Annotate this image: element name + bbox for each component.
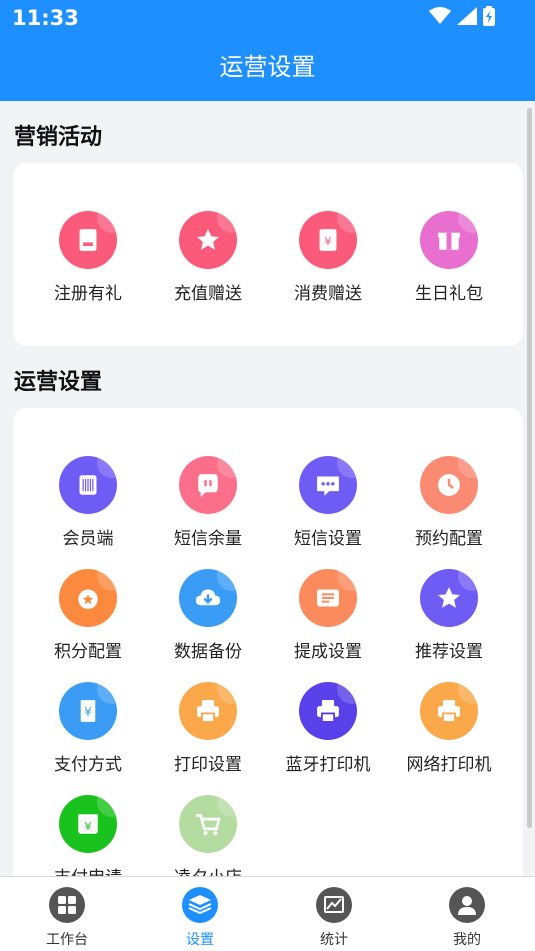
tab-chart[interactable]: 统计: [289, 887, 379, 949]
tab-label: 统计: [320, 932, 348, 948]
grid-item-label: 注册有礼: [54, 284, 122, 304]
network-printer-entry[interactable]: 网络打印机: [389, 682, 509, 775]
tab-layers[interactable]: 设置: [155, 887, 245, 949]
list-card-entry[interactable]: 提成设置: [268, 569, 388, 662]
status-bar: 11:33: [0, 0, 535, 36]
bluetooth-printer-icon: [299, 682, 357, 740]
grid-icon: [49, 887, 85, 923]
svg-text:¥: ¥: [84, 705, 92, 719]
star-badge-entry[interactable]: 充值赠送: [148, 211, 268, 304]
status-icons: [429, 6, 495, 26]
gift-box-icon: [420, 211, 478, 269]
section-title-operations: 运营设置: [14, 370, 103, 395]
bluetooth-printer-entry[interactable]: 蓝牙打印机: [268, 682, 388, 775]
chart-icon: [316, 887, 352, 923]
tab-label: 我的: [453, 932, 481, 948]
clock-entry[interactable]: 预约配置: [389, 456, 509, 549]
coupon-entry[interactable]: ¥ 消费赠送: [268, 211, 388, 304]
yuan-receipt-icon: ¥: [59, 682, 117, 740]
gift-box-entry[interactable]: 生日礼包: [389, 211, 509, 304]
network-printer-icon: [420, 682, 478, 740]
message-dots-entry[interactable]: 短信设置: [268, 456, 388, 549]
battery-icon: [483, 6, 495, 26]
grid-item-label: 预约配置: [415, 529, 483, 549]
gift-card-icon: [59, 211, 117, 269]
svg-text:¥: ¥: [85, 820, 92, 833]
grid-item-label: 充值赠送: [174, 284, 242, 304]
star-badge-icon: [179, 211, 237, 269]
section-title-marketing: 营销活动: [14, 125, 103, 150]
grid-item-label: 支付方式: [54, 755, 122, 775]
yuan-wallet-icon: ¥: [59, 795, 117, 853]
layers-icon: [182, 887, 218, 923]
grid-item-label: 短信余量: [174, 529, 242, 549]
wifi-icon: [429, 7, 451, 24]
grid-item-label: 会员端: [62, 529, 114, 549]
bottom-tab-bar: 工作台 设置 统计 我的: [0, 876, 535, 951]
grid-item-label: 生日礼包: [415, 284, 483, 304]
chat-bubble-icon: [179, 456, 237, 514]
marketing-card: 注册有礼 充值赠送 ¥ 消费赠送 生日礼包: [13, 163, 523, 346]
page-title: 运营设置: [219, 53, 316, 81]
grid-item-label: 网络打印机: [406, 755, 492, 775]
grid-item-label: 推荐设置: [415, 642, 483, 662]
message-dots-icon: [299, 456, 357, 514]
tab-grid[interactable]: 工作台: [22, 887, 112, 949]
tab-label: 设置: [186, 932, 214, 948]
user-icon: [449, 887, 485, 923]
coupon-icon: ¥: [299, 211, 357, 269]
operations-card: 会员端 短信余量 短信设置 预约配置积分配置 数据备份 提成设置 推荐设置 ¥ 支付方式 打印设置…: [13, 408, 523, 876]
cloud-download-entry[interactable]: 数据备份: [148, 569, 268, 662]
printer-entry[interactable]: 打印设置: [148, 682, 268, 775]
content-scroll[interactable]: 营销活动 注册有礼 充值赠送 ¥ 消费赠送 生日礼包 运营设置 会员端 短信余量 短信设置 预…: [0, 101, 535, 876]
clock-icon: [420, 456, 478, 514]
scrollbar[interactable]: [527, 108, 532, 828]
grid-item-label: 蓝牙打印机: [285, 755, 371, 775]
medal-icon: [59, 569, 117, 627]
nav-bar: 运营设置: [0, 36, 535, 101]
barcode-scan-icon: [59, 456, 117, 514]
signal-icon: [457, 7, 477, 25]
grid-item-label: 消费赠送: [294, 284, 362, 304]
grid-item-label: 支付申请: [28, 863, 148, 876]
medal-entry[interactable]: 积分配置: [28, 569, 148, 662]
grid-item-label: 数据备份: [174, 642, 242, 662]
star-icon: [420, 569, 478, 627]
chat-bubble-entry[interactable]: 短信余量: [148, 456, 268, 549]
grid-item-label: 短信设置: [294, 529, 362, 549]
shopping-cart-icon: [179, 795, 237, 853]
grid-item-label: 积分配置: [54, 642, 122, 662]
printer-icon: [179, 682, 237, 740]
star-entry[interactable]: 推荐设置: [389, 569, 509, 662]
yuan-wallet-entry[interactable]: ¥ 支付申请: [28, 795, 148, 876]
grid-item-label: 提成设置: [294, 642, 362, 662]
grid-item-label: 凌夕小店: [148, 863, 268, 876]
status-time: 11:33: [12, 6, 79, 30]
cloud-download-icon: [179, 569, 237, 627]
yuan-receipt-entry[interactable]: ¥ 支付方式: [28, 682, 148, 775]
tab-label: 工作台: [46, 932, 88, 948]
barcode-scan-entry[interactable]: 会员端: [28, 456, 148, 549]
grid-item-label: 打印设置: [174, 755, 242, 775]
tab-user[interactable]: 我的: [422, 887, 512, 949]
svg-text:¥: ¥: [325, 235, 332, 248]
shopping-cart-entry[interactable]: 凌夕小店: [148, 795, 268, 876]
list-card-icon: [299, 569, 357, 627]
gift-card-entry[interactable]: 注册有礼: [28, 211, 148, 304]
